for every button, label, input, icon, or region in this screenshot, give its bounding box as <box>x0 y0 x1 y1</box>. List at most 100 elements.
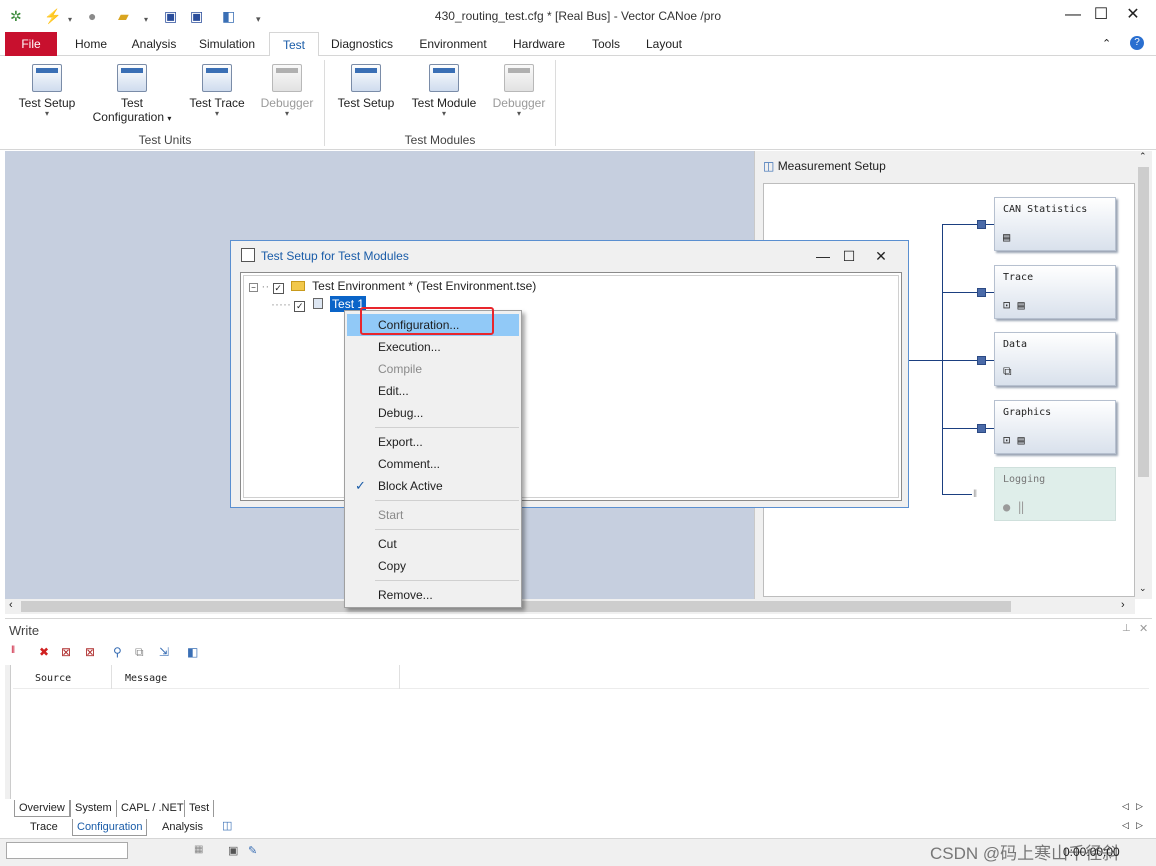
tab-test[interactable]: Test <box>184 800 215 817</box>
collapse-ribbon-icon[interactable]: ⌃ <box>1102 37 1111 50</box>
block-node[interactable] <box>977 220 986 229</box>
can-statistics-block[interactable]: CAN Statistics ▤ <box>994 197 1116 251</box>
column-divider[interactable] <box>111 665 112 689</box>
tab-test[interactable]: Test <box>269 32 319 57</box>
menu-item-configuration[interactable]: Configuration... <box>347 314 519 336</box>
tab-simulation[interactable]: Simulation <box>190 32 264 56</box>
scroll-right-icon[interactable]: › <box>1121 599 1125 611</box>
database-icon: ▣ <box>228 845 239 857</box>
menu-item-start[interactable]: Start <box>347 504 519 526</box>
write-splitter[interactable] <box>5 665 11 799</box>
options-icon[interactable]: ◧ <box>187 645 198 659</box>
tab-layout[interactable]: Layout <box>638 32 690 56</box>
export-icon[interactable]: ⇲ <box>159 645 169 659</box>
close-button[interactable]: ✕ <box>1119 4 1147 26</box>
block-node[interactable] <box>977 424 986 433</box>
tab-home[interactable]: Home <box>64 32 118 56</box>
scroll-up-icon[interactable]: ⌃ <box>1139 151 1147 162</box>
tab-overview[interactable]: Overview <box>14 800 70 817</box>
clear-icon[interactable]: ✖ <box>39 645 49 659</box>
logging-break-icon[interactable]: ‖ <box>973 489 977 500</box>
menu-item-export[interactable]: Export... <box>347 431 519 453</box>
column-divider[interactable] <box>399 665 400 689</box>
clear-all-icon[interactable]: ⊠ <box>61 645 71 659</box>
test-trace-button[interactable]: Test Trace ▾ <box>184 64 250 118</box>
measurement-setup-vertical-scrollbar[interactable]: ⌃ ⌄ <box>1135 151 1152 599</box>
dialog-maximize-button[interactable]: ☐ <box>839 247 859 265</box>
test-module-button[interactable]: Test Module ▾ <box>406 64 482 118</box>
dialog-minimize-button[interactable]: — <box>813 247 833 265</box>
desktop-tab-analysis[interactable]: Analysis <box>158 819 207 836</box>
status-input-field[interactable] <box>6 842 128 859</box>
write-column-header: Source Message <box>13 665 1149 689</box>
tab-environment[interactable]: Environment <box>407 32 499 56</box>
trace-block[interactable]: Trace ⊡ ▤ <box>994 265 1116 319</box>
menu-item-edit[interactable]: Edit... <box>347 380 519 402</box>
tab-tools[interactable]: Tools <box>584 32 628 56</box>
tab-system[interactable]: System <box>70 800 116 817</box>
graphics-block[interactable]: Graphics ⊡ ▤ <box>994 400 1116 454</box>
desktop-scroll-right-icon[interactable]: ▷ <box>1136 820 1143 831</box>
menu-separator <box>375 580 519 581</box>
checkbox-test-1[interactable]: ✓ <box>294 301 306 312</box>
maximize-button[interactable]: ☐ <box>1087 4 1115 26</box>
menu-item-remove[interactable]: Remove... <box>347 584 519 606</box>
data-block[interactable]: Data ⧉ <box>994 332 1116 386</box>
scrollbar-thumb[interactable] <box>1138 167 1149 477</box>
column-message[interactable]: Message <box>125 673 167 684</box>
tree-node-test-environment[interactable]: − ·· ✓ Test Environment * (Test Environm… <box>249 279 536 294</box>
measurement-setup-icon: ◫ <box>763 159 775 173</box>
test-units-test-setup-button[interactable]: Test Setup ▾ <box>12 64 82 118</box>
new-desktop-icon[interactable]: ◫ <box>222 819 232 832</box>
help-icon[interactable]: ? <box>1130 36 1144 50</box>
menu-item-compile[interactable]: Compile <box>347 358 519 380</box>
menu-item-debug[interactable]: Debug... <box>347 402 519 424</box>
clear-page-icon[interactable]: ⊠ <box>85 645 95 659</box>
find-icon[interactable]: ⚲ <box>113 645 122 659</box>
tab-file[interactable]: File <box>5 32 57 56</box>
block-node[interactable] <box>977 288 986 297</box>
dropdown-arrow-icon: ▾ <box>441 109 446 118</box>
block-label: Graphics <box>1003 407 1052 418</box>
desktop-tab-trace[interactable]: Trace <box>26 819 62 836</box>
scroll-left-icon[interactable]: ‹ <box>9 599 13 611</box>
desktop-horizontal-scrollbar[interactable]: ‹ › <box>5 599 1135 614</box>
graphics-window-icon: ⊡ ▤ <box>1003 433 1025 447</box>
close-pane-icon[interactable]: ✕ <box>1139 622 1148 635</box>
scroll-down-icon[interactable]: ⌄ <box>1139 583 1147 594</box>
dialog-close-button[interactable]: ✕ <box>871 247 891 265</box>
tab-analysis[interactable]: Analysis <box>124 32 184 56</box>
test-modules-debugger-button[interactable]: Debugger ▾ <box>488 64 550 118</box>
tab-capl-net[interactable]: CAPL / .NET <box>116 800 188 817</box>
folder-icon <box>291 281 306 291</box>
minimize-button[interactable]: — <box>1059 4 1087 26</box>
checkbox-test-environment[interactable]: ✓ <box>272 283 284 294</box>
menu-item-execution[interactable]: Execution... <box>347 336 519 358</box>
block-label: Data <box>1003 339 1028 350</box>
desktop-scroll-left-icon[interactable]: ◁ <box>1122 820 1129 831</box>
menu-item-block-active[interactable]: ✓ Block Active <box>347 475 519 497</box>
block-node[interactable] <box>977 356 986 365</box>
tab-hardware[interactable]: Hardware <box>505 32 573 56</box>
tab-scroll-left-icon[interactable]: ◁ <box>1122 801 1129 812</box>
test-units-debugger-button[interactable]: Debugger ▾ <box>256 64 318 118</box>
tab-scroll-right-icon[interactable]: ▷ <box>1136 801 1143 812</box>
desktop-tab-configuration[interactable]: Configuration <box>72 819 148 836</box>
copy-icon[interactable]: ⧉ <box>135 645 144 660</box>
statistics-window-icon: ▤ <box>1003 230 1011 244</box>
dropdown-arrow-icon: ▾ <box>214 109 219 118</box>
logging-block[interactable]: Logging ● ‖ <box>994 467 1116 521</box>
tab-diagnostics[interactable]: Diagnostics <box>324 32 400 56</box>
test-modules-test-setup-button[interactable]: Test Setup <box>332 64 400 110</box>
column-source[interactable]: Source <box>35 673 71 684</box>
menu-item-cut[interactable]: Cut <box>347 533 519 555</box>
pause-icon[interactable]: ‖ <box>11 645 15 656</box>
menu-item-copy[interactable]: Copy <box>347 555 519 577</box>
pin-icon[interactable]: ⊥ <box>1122 623 1131 634</box>
connection-line <box>942 292 994 293</box>
menu-item-comment[interactable]: Comment... <box>347 453 519 475</box>
trace-window-icon: ⊡ ▤ <box>1003 298 1025 312</box>
collapse-icon[interactable]: − <box>249 283 258 292</box>
test-configuration-button[interactable]: Test Configuration ▾ <box>88 64 176 124</box>
menu-separator <box>375 500 519 501</box>
